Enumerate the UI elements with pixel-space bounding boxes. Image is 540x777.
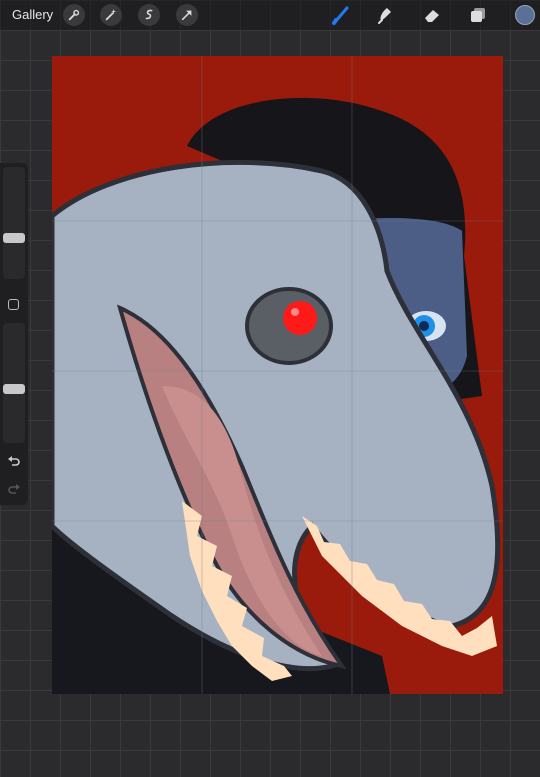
selection-icon[interactable] [138,4,160,26]
artwork [52,56,503,694]
side-toolbar [0,163,28,505]
transform-arrow-icon[interactable] [176,4,198,26]
top-toolbar: Gallery [0,0,540,30]
wrench-icon[interactable] [63,4,85,26]
gallery-button[interactable]: Gallery [12,7,53,22]
opacity-slider[interactable] [3,323,25,443]
eraser-icon[interactable] [420,3,444,27]
modify-button[interactable] [8,299,19,310]
layers-icon[interactable] [466,3,490,27]
brush-icon[interactable] [329,3,353,27]
smudge-icon[interactable] [373,3,397,27]
brush-size-slider[interactable] [3,167,25,279]
color-picker-swatch[interactable] [515,5,535,25]
drawing-canvas[interactable] [52,56,503,694]
creature-red-eye [283,301,317,335]
brush-size-knob[interactable] [3,233,25,243]
opacity-knob[interactable] [3,384,25,394]
redo-icon[interactable] [4,481,24,497]
undo-icon[interactable] [4,453,24,469]
magic-wand-icon[interactable] [100,4,122,26]
